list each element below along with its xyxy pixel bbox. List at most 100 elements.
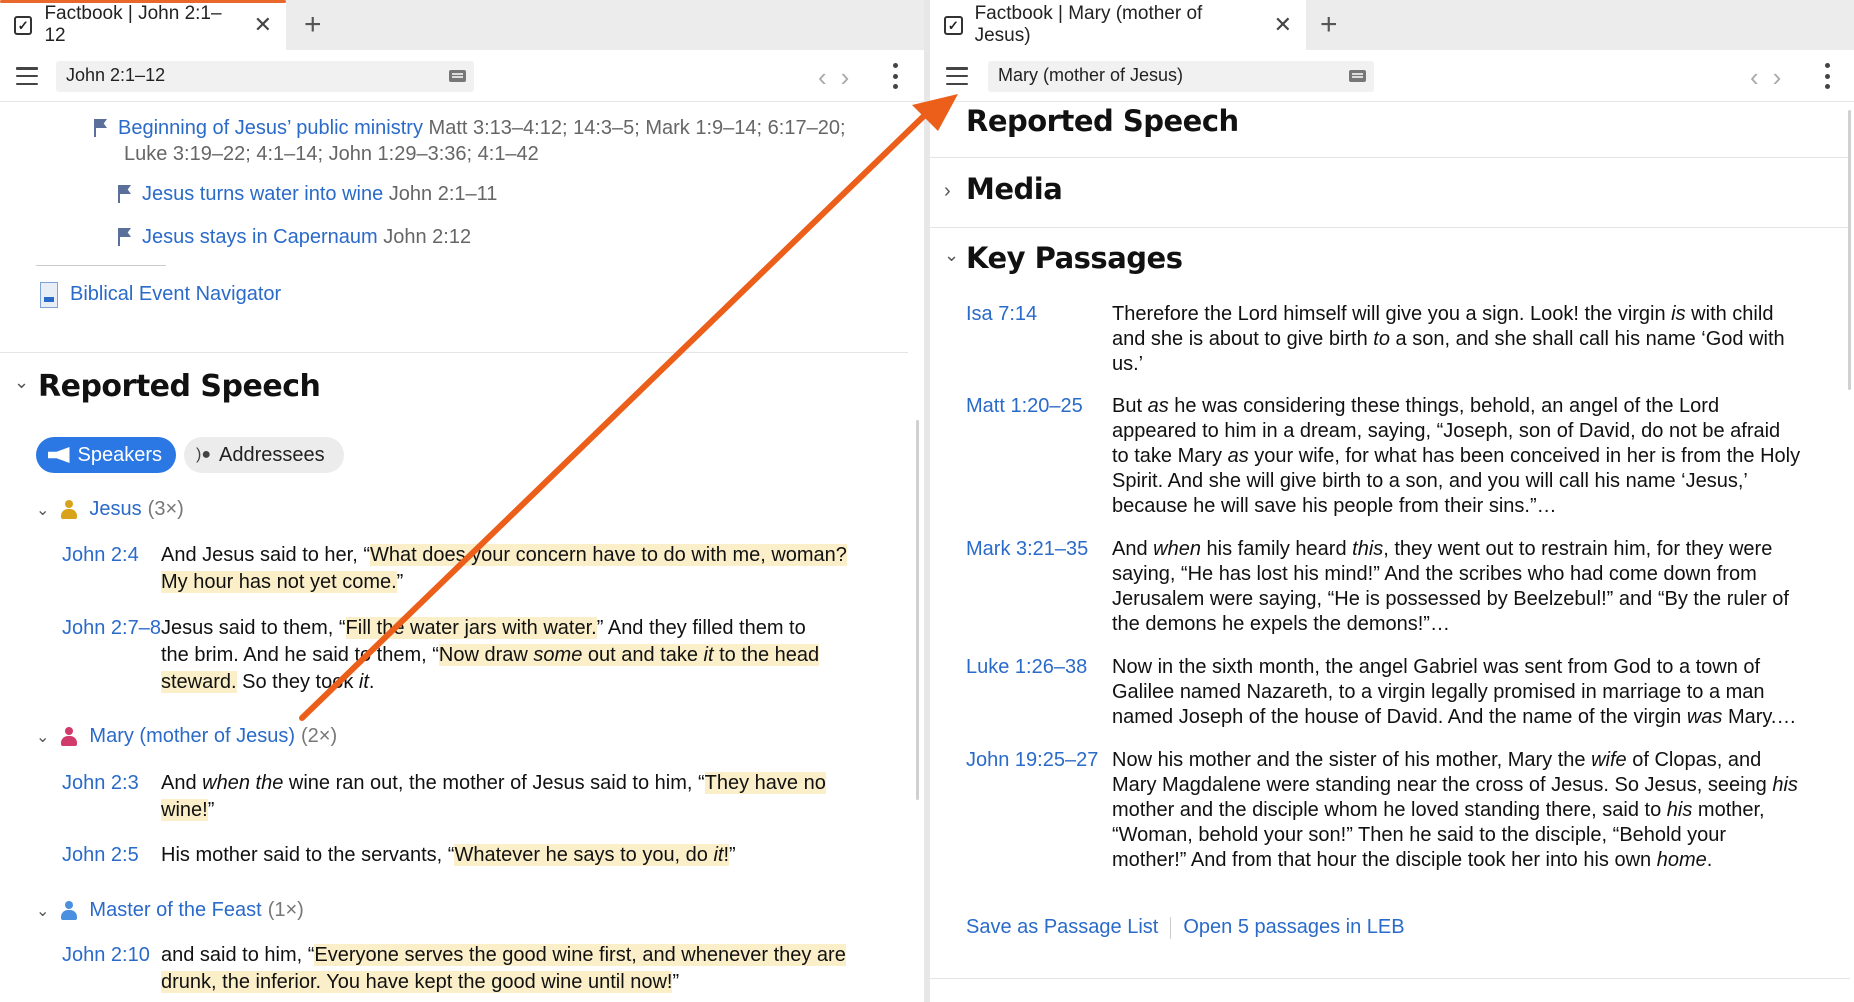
passage-ref-link[interactable]: Mark 3:21–35 [966, 539, 1088, 560]
add-tab-icon[interactable]: + [304, 8, 322, 42]
collapse-chevron-icon[interactable]: ⌄ [14, 372, 29, 393]
toolbar: Mary (mother of Jesus) ‹› [930, 50, 1854, 102]
flag-icon [118, 228, 132, 246]
chevron-down-icon[interactable]: ⌄ [36, 500, 49, 520]
event-refs-continued[interactable]: Luke 3:19–22; 4:1–14; John 1:29–3:36; 4:… [124, 141, 539, 167]
event-item: Beginning of Jesus’ public ministry Matt… [94, 115, 894, 141]
navigator-item[interactable]: Biblical Event Navigator [40, 281, 281, 308]
addressees-toggle[interactable]: )● Addressees [184, 437, 344, 473]
reference-value: John 2:1–12 [66, 65, 166, 85]
speaker-count: (2×) [301, 725, 338, 747]
speaker-name[interactable]: Mary (mother of Jesus) [89, 725, 295, 748]
event-item: Jesus stays in Capernaum John 2:12 [118, 224, 471, 250]
biblical-event-navigator-link[interactable]: Biblical Event Navigator [70, 283, 281, 305]
passage-text: Therefore the Lord himself will give you… [1112, 303, 1785, 375]
chevron-down-icon[interactable]: ⌄ [36, 901, 49, 921]
passage-ref-link[interactable]: Luke 1:26–38 [966, 657, 1087, 678]
person-icon [61, 726, 78, 747]
menu-icon[interactable] [946, 67, 968, 85]
flag-icon [94, 119, 108, 137]
person-icon [61, 499, 78, 520]
quote-text: and said to him, “Everyone serves the go… [161, 944, 846, 993]
keyboard-icon[interactable] [449, 70, 466, 82]
more-options-icon[interactable] [892, 63, 898, 89]
tab-bar: ✓ Factbook | John 2:1–12 ✕ + [0, 0, 924, 50]
event-link[interactable]: Beginning of Jesus’ public ministry [118, 117, 423, 139]
passage-ref-link[interactable]: Matt 1:20–25 [966, 396, 1083, 417]
reported-speech-title: Reported Speech [966, 104, 1239, 138]
chevron-down-icon[interactable]: ⌄ [36, 727, 49, 747]
section-title: Reported Speech [38, 369, 321, 404]
left-panel: ✓ Factbook | John 2:1–12 ✕ + John 2:1–12… [0, 0, 924, 1002]
key-passages-title: Key Passages [966, 241, 1183, 275]
event-link[interactable]: Jesus turns water into wine [142, 183, 383, 205]
speakers-toggle[interactable]: Speakers [36, 437, 176, 473]
verse-ref-link[interactable]: John 2:7–8 [62, 615, 161, 642]
passage-text: Now his mother and the sister of his mot… [1112, 749, 1798, 871]
passage-ref-link[interactable]: John 19:25–27 [966, 750, 1098, 771]
passage-text: Now in the sixth month, the angel Gabrie… [1112, 656, 1797, 728]
more-options-icon[interactable] [1824, 63, 1830, 89]
person-icon [61, 900, 78, 921]
verse-ref-link[interactable]: John 2:4 [62, 542, 139, 569]
quote-text: Jesus said to them, “Fill the water jars… [161, 617, 820, 693]
passage-text: But as he was considering these things, … [1112, 395, 1801, 517]
chevron-down-icon[interactable]: ⌄ [944, 245, 959, 266]
speaker-name[interactable]: Master of the Feast [89, 899, 261, 922]
close-tab-icon[interactable]: ✕ [254, 12, 272, 38]
toolbar: John 2:1–12 ‹› [0, 50, 924, 102]
scrollbar[interactable] [1848, 110, 1851, 390]
speaker-count: (3×) [147, 498, 184, 520]
tab-title: Factbook | John 2:1–12 [44, 3, 222, 46]
open-passages-link[interactable]: Open 5 passages in LEB [1183, 916, 1404, 939]
passage-actions: Save as Passage List Open 5 passages in … [966, 916, 1405, 939]
tab-factbook-john[interactable]: ✓ Factbook | John 2:1–12 ✕ [0, 0, 286, 50]
scrollbar[interactable] [916, 420, 919, 800]
history-nav[interactable]: ‹› [1750, 62, 1795, 93]
event-link[interactable]: Jesus stays in Capernaum [142, 226, 378, 248]
speaker-group-mary[interactable]: ⌄ Mary (mother of Jesus) (2×) [36, 725, 337, 748]
media-title[interactable]: Media [966, 172, 1063, 206]
speaker-group-master-of-feast[interactable]: ⌄ Master of the Feast (1×) [36, 899, 304, 922]
tab-title: Factbook | Mary (mother of Jesus) [974, 3, 1203, 46]
section-divider [930, 227, 1850, 228]
reference-input[interactable]: Mary (mother of Jesus) [988, 61, 1374, 92]
event-refs[interactable]: John 2:1–11 [389, 183, 498, 205]
add-tab-icon[interactable]: + [1320, 8, 1338, 42]
reference-value: Mary (mother of Jesus) [998, 65, 1184, 85]
event-refs[interactable]: John 2:12 [383, 226, 471, 248]
save-as-passage-list-link[interactable]: Save as Passage List [966, 916, 1158, 939]
verse-ref-link[interactable]: John 2:5 [62, 842, 139, 869]
speaker-name[interactable]: Jesus [89, 498, 141, 521]
quote-text: His mother said to the servants, “Whatev… [161, 844, 736, 866]
right-panel: ✓ Factbook | Mary (mother of Jesus) ✕ + … [930, 0, 1854, 1002]
keyboard-icon[interactable] [1349, 70, 1366, 82]
event-refs[interactable]: Matt 3:13–4:12; 14:3–5; Mark 1:9–14; 6:1… [429, 117, 846, 139]
section-divider [930, 978, 1850, 979]
separator [1170, 916, 1172, 939]
tab-factbook-mary[interactable]: ✓ Factbook | Mary (mother of Jesus) ✕ [930, 0, 1306, 50]
quote-text: And when the wine ran out, the mother of… [161, 772, 826, 821]
menu-icon[interactable] [16, 67, 38, 85]
active-tab-indicator [0, 0, 286, 3]
close-tab-icon[interactable]: ✕ [1274, 12, 1292, 38]
megaphone-icon [48, 447, 70, 463]
history-nav[interactable]: ‹› [818, 62, 863, 93]
chevron-right-icon[interactable]: › [944, 180, 951, 203]
speakers-label: Speakers [77, 443, 163, 466]
divider [36, 265, 166, 266]
addressees-icon: )● [196, 446, 211, 463]
speaker-group-jesus[interactable]: ⌄ Jesus (3×) [36, 498, 184, 521]
verse-ref-link[interactable]: John 2:10 [62, 942, 150, 969]
reference-input[interactable]: John 2:1–12 [56, 61, 474, 92]
quote-text: And Jesus said to her, “What does your c… [161, 544, 847, 593]
verse-ref-link[interactable]: John 2:3 [62, 770, 139, 797]
event-item: Jesus turns water into wine John 2:1–11 [118, 181, 497, 207]
tab-bar: ✓ Factbook | Mary (mother of Jesus) ✕ + [930, 0, 1854, 50]
flag-icon [118, 185, 132, 203]
section-divider [930, 157, 1850, 158]
passage-ref-link[interactable]: Isa 7:14 [966, 304, 1037, 325]
event-navigator-icon [40, 282, 58, 308]
addressees-label: Addressees [219, 443, 325, 466]
speaker-count: (1×) [267, 899, 304, 921]
